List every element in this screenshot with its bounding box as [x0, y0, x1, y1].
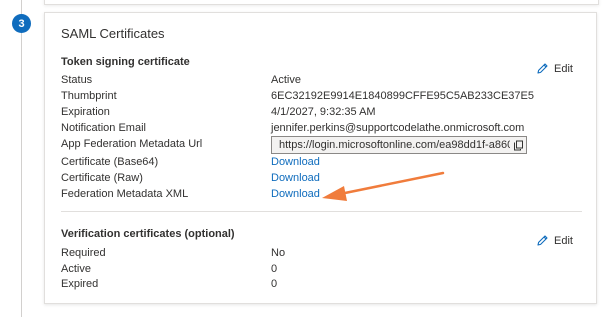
required-label: Required	[61, 247, 106, 259]
copy-icon[interactable]	[510, 140, 526, 151]
download-cert-raw-link[interactable]: Download	[271, 172, 320, 184]
download-federation-xml-link[interactable]: Download	[271, 188, 320, 200]
token-signing-heading: Token signing certificate	[61, 56, 190, 68]
edit-token-signing-button[interactable]: Edit	[536, 62, 573, 75]
section-divider	[61, 211, 582, 212]
active-value: 0	[271, 263, 278, 275]
verification-heading: Verification certificates (optional)	[61, 228, 235, 240]
step-number-badge: 3	[12, 14, 31, 33]
notification-email-label: Notification Email	[61, 122, 146, 134]
federation-xml-label: Federation Metadata XML	[61, 188, 189, 200]
thumbprint-value: 6EC32192E9914E1840899CFFE95C5AB233CE37E5	[271, 90, 534, 102]
pencil-icon	[536, 62, 549, 75]
previous-section-card	[44, 0, 599, 5]
step-rail	[21, 0, 22, 317]
edit-verification-button[interactable]: Edit	[536, 234, 573, 247]
edit-label: Edit	[554, 62, 573, 75]
saml-configuration-page: 3 SAML Certificates Token signing certif…	[0, 0, 610, 317]
metadata-url-value: https://login.microsoftonline.com/ea98dd…	[279, 139, 510, 151]
expiration-label: Expiration	[61, 106, 110, 118]
notification-email-value: jennifer.perkins@supportcodelathe.onmicr…	[271, 122, 525, 134]
cert-base64-label: Certificate (Base64)	[61, 156, 159, 168]
status-label: Status	[61, 74, 93, 86]
cert-raw-label: Certificate (Raw)	[61, 172, 143, 184]
expired-label: Expired	[61, 278, 99, 290]
expired-value: 0	[271, 278, 278, 290]
required-value: No	[271, 247, 286, 259]
active-label: Active	[61, 263, 91, 275]
thumbprint-label: Thumbprint	[61, 90, 117, 102]
metadata-url-field[interactable]: https://login.microsoftonline.com/ea98dd…	[271, 136, 527, 154]
metadata-url-label: App Federation Metadata Url	[61, 138, 203, 150]
expiration-value: 4/1/2027, 9:32:35 AM	[271, 106, 376, 118]
card-title: SAML Certificates	[61, 26, 165, 41]
pencil-icon	[536, 234, 549, 247]
status-value: Active	[271, 74, 301, 86]
saml-certificates-card: SAML Certificates Token signing certific…	[44, 12, 597, 304]
edit-label: Edit	[554, 234, 573, 247]
download-cert-base64-link[interactable]: Download	[271, 156, 320, 168]
